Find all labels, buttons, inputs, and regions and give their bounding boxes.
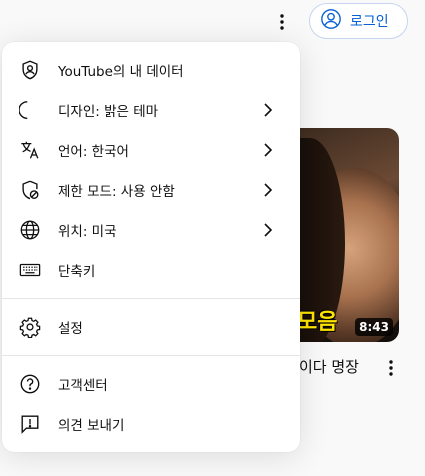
menu-item-label: 제한 모드: 사용 안함 [58, 184, 175, 200]
account-shield-icon [18, 58, 42, 82]
account-circle-icon [320, 8, 342, 34]
help-icon [18, 372, 42, 396]
menu-item-label: 설정 [58, 321, 83, 337]
menu-item-label: 디자인: 밝은 테마 [58, 104, 159, 120]
chevron-right-icon [256, 98, 280, 122]
menu-item-label: YouTube의 내 데이터 [58, 64, 184, 80]
video-title[interactable]: 이다 명장 [299, 356, 359, 377]
login-label: 로그인 [350, 14, 389, 30]
menu-item-label: 고객센터 [58, 378, 108, 394]
menu-item-restricted-mode[interactable]: 제한 모드: 사용 안함 [2, 170, 300, 210]
menu-item-keyboard-shortcuts[interactable]: 단축키 [2, 250, 300, 290]
video-thumbnail[interactable]: 모음 8:43 [285, 128, 399, 342]
feedback-icon [18, 412, 42, 436]
chevron-right-icon [256, 218, 280, 242]
login-button[interactable]: 로그인 [309, 3, 408, 39]
settings-dropdown-menu: YouTube의 내 데이터 디자인: 밝은 테마 언어: 한국어 제한 모드:… [2, 42, 300, 452]
menu-item-label: 위치: 미국 [58, 224, 117, 240]
menu-item-help[interactable]: 고객센터 [2, 364, 300, 404]
restricted-mode-icon [18, 178, 42, 202]
menu-item-language[interactable]: 언어: 한국어 [2, 130, 300, 170]
gear-icon [18, 315, 42, 339]
chevron-right-icon [256, 138, 280, 162]
video-duration: 8:43 [355, 318, 393, 336]
menu-item-your-data[interactable]: YouTube의 내 데이터 [2, 50, 300, 90]
video-more-icon[interactable] [380, 356, 402, 380]
menu-item-settings[interactable]: 설정 [2, 307, 300, 347]
menu-item-feedback[interactable]: 의견 보내기 [2, 404, 300, 444]
moon-icon [18, 98, 42, 122]
menu-item-label: 언어: 한국어 [58, 144, 129, 160]
more-vert-icon[interactable] [268, 8, 296, 36]
translate-icon [18, 138, 42, 162]
keyboard-icon [18, 258, 42, 282]
thumbnail-caption: 모음 [297, 310, 338, 335]
globe-icon [18, 218, 42, 242]
menu-item-appearance[interactable]: 디자인: 밝은 테마 [2, 90, 300, 130]
menu-item-label: 단축키 [58, 264, 96, 280]
menu-item-label: 의견 보내기 [58, 418, 125, 434]
menu-divider [2, 298, 300, 299]
chevron-right-icon [256, 178, 280, 202]
menu-item-location[interactable]: 위치: 미국 [2, 210, 300, 250]
youtube-page: 로그인 모음 8:43 이다 명장 YouTube의 내 데이터 디자인: 밝은… [0, 0, 425, 476]
menu-divider [2, 355, 300, 356]
